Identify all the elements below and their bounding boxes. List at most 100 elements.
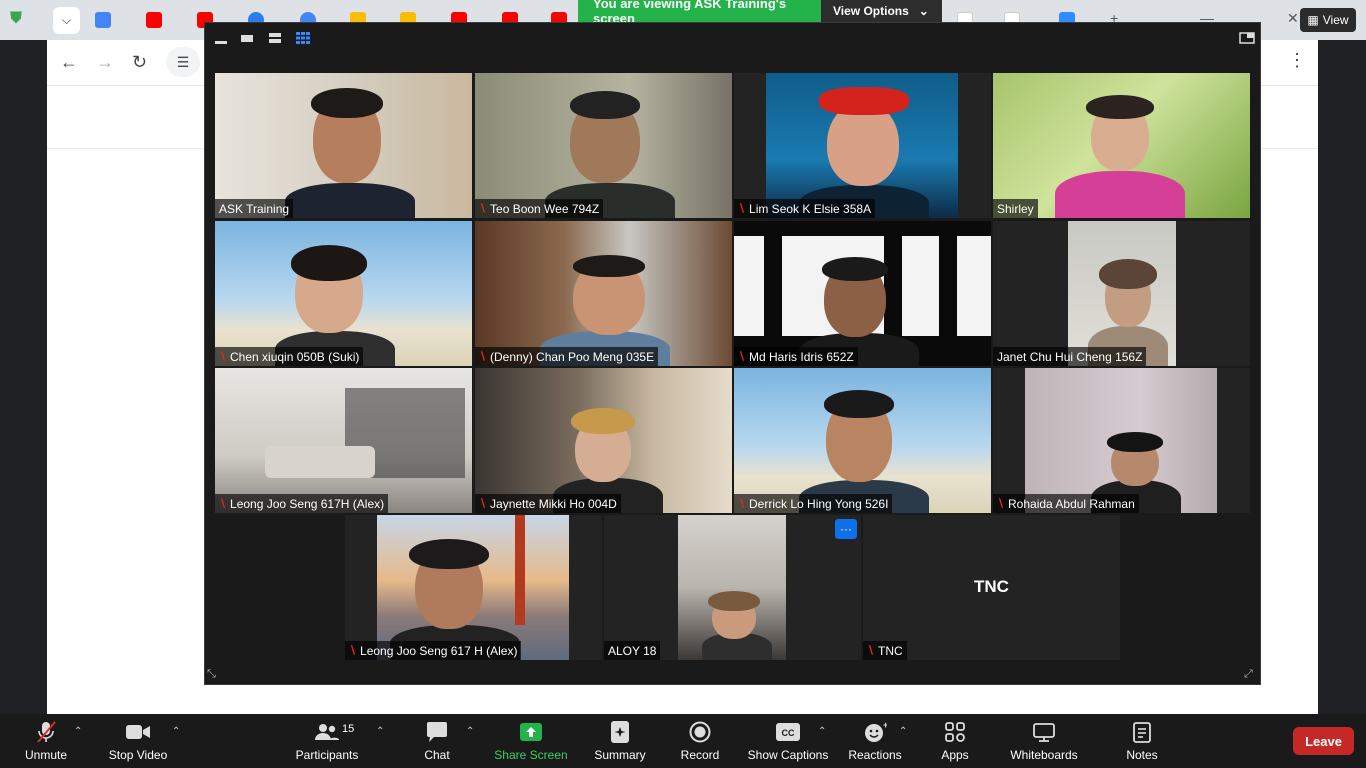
mic-muted-icon: ∖ — [738, 203, 746, 215]
hair — [1107, 432, 1163, 452]
more-options-button[interactable]: ··· — [835, 519, 857, 539]
notes-button[interactable]: Notes — [1124, 714, 1160, 768]
view-options-button[interactable]: View Options ⌄ — [821, 0, 942, 22]
chevron-up-icon[interactable]: ⌃ — [818, 726, 826, 737]
resize-handle-icon[interactable]: ⤡ — [207, 668, 221, 682]
chevron-down-icon: ⌵ — [61, 13, 72, 27]
reload-icon[interactable]: ↻ — [132, 52, 147, 73]
participant-name-tag: ∖ Leong Joo Seng 617H (Alex) — [215, 494, 389, 513]
participant-name-tag: ∖ (Denny) Chan Poo Meng 035E — [475, 347, 659, 366]
participant-name-tag: ∖ Teo Boon Wee 794Z — [475, 199, 604, 218]
share-status-text: You are viewing ASK Training's screen — [578, 0, 821, 26]
video-tile[interactable]: TNC ∖ TNC — [863, 515, 1120, 660]
view-button[interactable]: ▦ View — [1300, 8, 1356, 32]
mic-muted-icon: ∖ — [738, 351, 746, 363]
virtual-background — [265, 446, 375, 478]
gallery-view-icon[interactable] — [295, 31, 311, 45]
participant-name-tag: ∖ TNC — [863, 641, 907, 660]
whiteboards-button[interactable]: Whiteboards — [1008, 714, 1080, 768]
tab-docs-icon[interactable] — [95, 12, 111, 28]
video-tile[interactable]: ∖ Md Haris Idris 652Z — [734, 221, 991, 366]
thumbnail-view-icon[interactable] — [267, 31, 283, 45]
video-tile[interactable]: ∖ Leong Joo Seng 617H (Alex) — [215, 368, 472, 513]
meeting-controls-toolbar: Unmute ⌃ Stop Video ⌃ Participants 15 ⌃ … — [0, 714, 1366, 768]
apps-icon — [944, 720, 966, 744]
apps-button[interactable]: Apps — [938, 714, 972, 768]
mic-muted-icon: ∖ — [479, 498, 487, 510]
video-tile[interactable]: Janet Chu Hui Cheng 156Z — [993, 221, 1250, 366]
exit-fullscreen-icon[interactable] — [1239, 31, 1255, 45]
chat-button[interactable]: Chat — [420, 714, 454, 768]
participant-name-tag: ASK Training — [215, 199, 294, 218]
participant-name-tag: ∖ Jaynette Mikki Ho 004D — [475, 494, 621, 513]
participant-name-tag: ∖ Chen xiuqin 050B (Suki) — [215, 347, 364, 366]
virtual-background — [939, 236, 957, 336]
mic-muted-icon: ∖ — [479, 203, 487, 215]
reactions-button[interactable]: + Reactions — [846, 714, 904, 768]
bridge-tower — [515, 515, 525, 625]
mic-muted-icon: ∖ — [738, 498, 746, 510]
close-window-icon[interactable]: ✕ — [1287, 10, 1299, 27]
chevron-up-icon[interactable]: ⌃ — [376, 726, 384, 737]
video-tile[interactable]: ∖ Derrick Lo Hing Yong 526I — [734, 368, 991, 513]
leave-button[interactable]: Leave — [1293, 727, 1354, 755]
mic-muted-icon: ∖ — [219, 351, 227, 363]
stop-video-button[interactable]: Stop Video — [106, 714, 170, 768]
video-tile[interactable]: ∖ Lim Seok K Elsie 358A — [734, 73, 991, 218]
share-banner: You are viewing ASK Training's screen Vi… — [578, 0, 942, 26]
zoom-window-topbar — [205, 23, 1260, 53]
participant-name-tag: ∖ Md Haris Idris 652Z — [734, 347, 858, 366]
tab-search-button[interactable]: ⌵ — [53, 7, 80, 34]
notes-icon — [1132, 720, 1152, 744]
svg-text:CC: CC — [782, 728, 795, 738]
hair — [573, 255, 645, 277]
video-tile[interactable]: ∖ Rohaida Abdul Rahman — [993, 368, 1250, 513]
video-tile[interactable]: ∖ Teo Boon Wee 794Z — [475, 73, 732, 218]
hair — [571, 408, 635, 434]
participant-name-tag: ∖ Rohaida Abdul Rahman — [993, 494, 1139, 513]
mic-muted-icon: ∖ — [867, 645, 875, 657]
participant-name-tag: ALOY 18 — [604, 641, 661, 660]
hair — [1099, 259, 1157, 289]
summary-button[interactable]: Summary — [592, 714, 648, 768]
person-silhouette — [1055, 171, 1185, 218]
chevron-up-icon[interactable]: ⌃ — [899, 726, 907, 737]
show-captions-button[interactable]: CC Show Captions — [746, 714, 830, 768]
share-screen-button[interactable]: Share Screen — [494, 714, 568, 768]
chevron-up-icon[interactable]: ⌃ — [466, 726, 474, 737]
hair — [409, 539, 489, 569]
video-tile[interactable]: ∖ Chen xiuqin 050B (Suki) — [215, 221, 472, 366]
tab-youtube-icon[interactable] — [146, 12, 162, 28]
browser-menu-icon[interactable]: ⋮ — [1288, 50, 1306, 71]
unmute-button[interactable]: Unmute — [20, 714, 72, 768]
tune-icon: ☰ — [176, 53, 190, 70]
resize-handle-icon[interactable]: ⤢ — [1244, 668, 1258, 682]
video-tile[interactable]: Shirley — [993, 73, 1250, 218]
participants-count: 15 — [342, 723, 355, 735]
record-button[interactable]: Record — [679, 714, 721, 768]
chevron-down-icon: ⌄ — [918, 4, 929, 18]
video-tile[interactable]: ASK Training — [215, 73, 472, 218]
speaker-view-icon[interactable] — [239, 31, 255, 45]
hair — [708, 591, 760, 611]
reaction-smiley-icon: + — [863, 720, 887, 744]
person-silhouette — [285, 183, 415, 218]
minimize-view-icon[interactable] — [213, 31, 229, 45]
share-screen-icon — [519, 720, 543, 744]
record-icon — [689, 720, 711, 744]
participant-name-tag: ∖ Derrick Lo Hing Yong 526I — [734, 494, 893, 513]
site-settings-button[interactable]: ☰ — [166, 47, 200, 77]
chevron-up-icon[interactable]: ⌃ — [172, 726, 180, 737]
hair — [291, 245, 367, 281]
video-tile[interactable]: ALOY 18 — [604, 515, 861, 660]
video-tile[interactable]: ∖ (Denny) Chan Poo Meng 035E — [475, 221, 732, 366]
shield-icon: ⛊ — [10, 10, 23, 27]
forward-arrow-icon[interactable]: → — [96, 52, 114, 73]
video-tile[interactable]: ∖ Jaynette Mikki Ho 004D — [475, 368, 732, 513]
back-arrow-icon[interactable]: ← — [60, 52, 78, 73]
chat-bubble-icon — [425, 720, 449, 744]
mic-muted-icon: ∖ — [219, 498, 227, 510]
participant-name-tag: ∖ Leong Joo Seng 617 H (Alex) — [345, 641, 522, 660]
chevron-up-icon[interactable]: ⌃ — [74, 726, 82, 737]
video-tile[interactable]: ∖ Leong Joo Seng 617 H (Alex) — [345, 515, 602, 660]
